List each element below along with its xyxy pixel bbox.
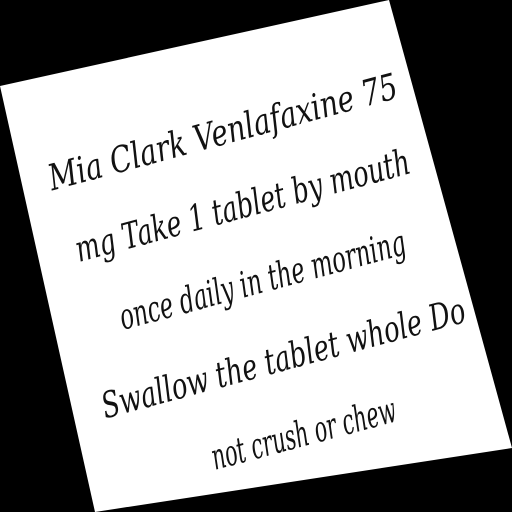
handwritten-note: Mia Clark Venlafaxine 75 mg Take 1 table… <box>0 0 512 512</box>
scanned-note-page: Mia Clark Venlafaxine 75 mg Take 1 table… <box>0 0 512 512</box>
